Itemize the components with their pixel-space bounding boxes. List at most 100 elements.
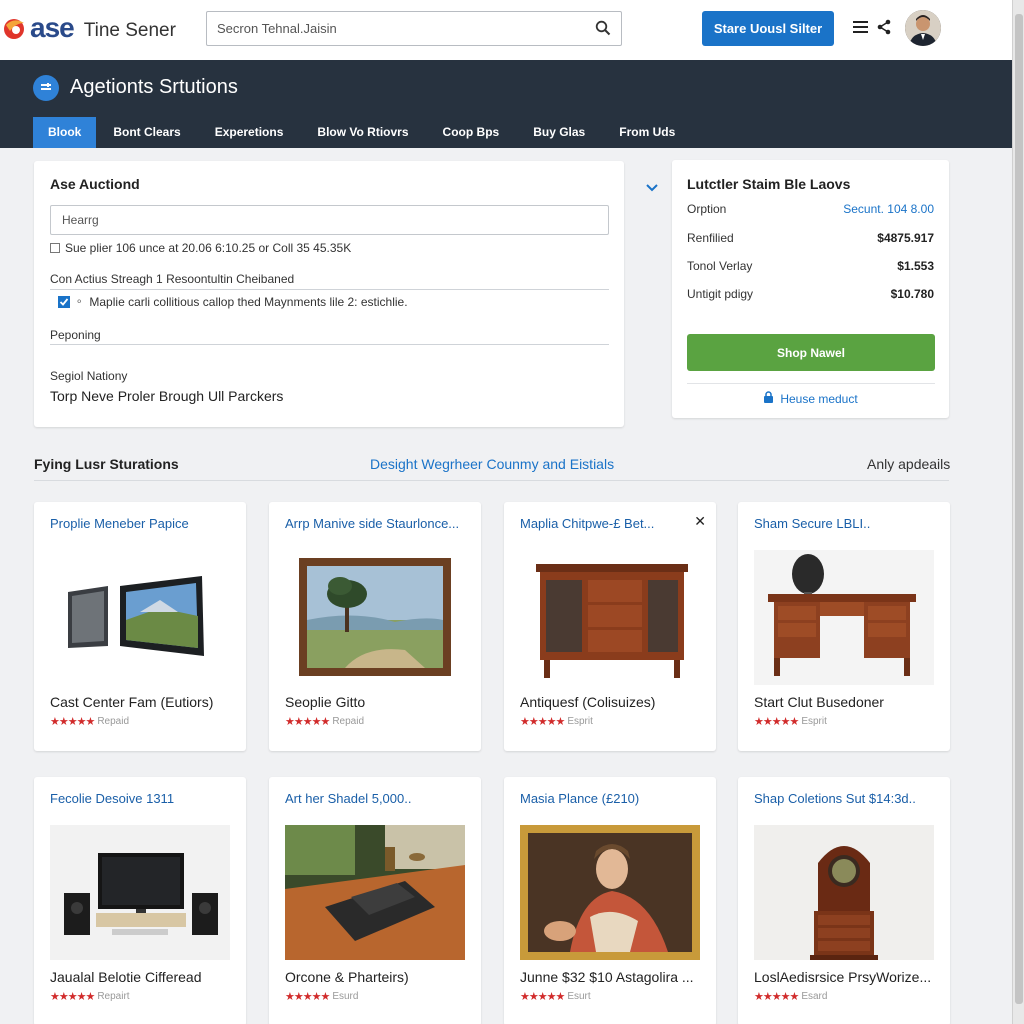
search-box: [206, 11, 622, 46]
vertical-scrollbar[interactable]: [1012, 0, 1024, 1024]
rating: ★★★★★ Repaid: [50, 715, 129, 728]
checkbox[interactable]: [50, 243, 60, 253]
auction-panel-title: Ase Auctiond: [50, 176, 140, 192]
summary-row: Tonol Verlay $1.553: [687, 259, 934, 273]
summary-key: Renfilied: [687, 231, 734, 245]
shop-button[interactable]: Shop Nawel: [687, 334, 935, 371]
share-button[interactable]: Stare Uousl Silter: [702, 11, 834, 46]
clock-image: [754, 825, 934, 960]
radio-dot-icon: ⚬: [75, 296, 84, 308]
logo-text: ase: [30, 12, 75, 43]
all-details-link[interactable]: Anly apdeails: [867, 456, 950, 472]
rating: ★★★★★ Esurd: [285, 990, 358, 1003]
rating-label: Esprit: [801, 716, 827, 727]
listing-title: Fying Lusr Sturations: [34, 456, 179, 472]
stars-icon: ★★★★★: [50, 716, 95, 728]
summary-row: Renfilied $4875.917: [687, 231, 934, 245]
hamburger-menu-icon[interactable]: [853, 20, 869, 39]
scrollbar-thumb[interactable]: [1015, 14, 1023, 1004]
summary-key: Orption: [687, 202, 727, 216]
card-name: Junne $32 $10 Astagolira ...: [520, 969, 694, 985]
product-card[interactable]: Arrp Manive side Staurlonce... Seoplie G…: [269, 502, 481, 751]
checkbox-label: Sue plier 106 unce at 20.06 6:10.25 or C…: [65, 241, 352, 255]
product-link[interactable]: Heuse meduct: [672, 391, 949, 406]
painting-image: [285, 550, 465, 685]
product-card[interactable]: Shap Coletions Sut $14:3d.. LoslAedisrsi…: [738, 777, 950, 1024]
card-title[interactable]: Sham Secure LBLI..: [754, 516, 934, 531]
chevron-down-icon[interactable]: [645, 180, 659, 198]
card-name: Seoplie Gitto: [285, 694, 366, 710]
product-card[interactable]: Masia Plance (£210) Junne $32 $10 Astago…: [504, 777, 716, 1024]
card-title[interactable]: Art her Shadel 5,000..: [285, 791, 465, 806]
card-title[interactable]: Fecolie Desoive 1311: [50, 791, 230, 806]
card-title[interactable]: Shap Coletions Sut $14:3d..: [754, 791, 934, 806]
typewriter-image: [285, 825, 465, 960]
card-title[interactable]: Proplie Meneber Papice: [50, 516, 230, 531]
close-icon[interactable]: ✕: [694, 513, 706, 530]
logo-subtitle: Tine Sener: [83, 19, 176, 41]
tab-blook[interactable]: Blook: [33, 117, 97, 148]
search-input[interactable]: [207, 12, 577, 45]
share-icon[interactable]: [876, 19, 892, 40]
product-card[interactable]: Maplia Chitpwe-£ Bet... ✕ Antiquesf (Col…: [504, 502, 716, 751]
auction-checkbox-row[interactable]: Sue plier 106 unce at 20.06 6:10.25 or C…: [50, 241, 351, 255]
summary-title: Lutctler Staim Ble Laovs: [687, 176, 851, 192]
rating-label: Repaid: [332, 716, 365, 727]
stars-icon: ★★★★★: [520, 716, 565, 728]
summary-value: $4875.917: [877, 231, 934, 245]
card-title[interactable]: Maplia Chitpwe-£ Bet...: [520, 516, 680, 531]
checkbox-checked[interactable]: [58, 296, 70, 308]
tab-blow-vo-rtiovrs[interactable]: Blow Vo Rtiovrs: [300, 117, 425, 148]
listing-link[interactable]: Desight Wegrheer Counmy and Eistials: [370, 456, 614, 472]
auction-checked-row[interactable]: ⚬ Maplie carli collitious callop thed Ma…: [58, 295, 408, 309]
tv-image: [50, 550, 230, 685]
product-card[interactable]: Sham Secure LBLI.. Start Clut Busedoner …: [738, 502, 950, 751]
rating-label: Esard: [801, 991, 828, 1002]
summary-key: Untigit pdigy: [687, 287, 754, 301]
tab-experetions[interactable]: Experetions: [198, 117, 301, 148]
rating: ★★★★★ Esurt: [520, 990, 591, 1003]
rating-label: Repaid: [97, 716, 130, 727]
section-title: Agetionts Srtutions: [70, 76, 238, 98]
auction-field-label: Segiol Nationy: [50, 369, 128, 383]
search-icon[interactable]: [595, 20, 611, 41]
logo-icon: [2, 15, 28, 41]
product-card[interactable]: Proplie Meneber Papice Cast Center Fam (…: [34, 502, 246, 751]
card-name: Orcone & Pharteirs): [285, 969, 409, 985]
card-title[interactable]: Masia Plance (£210): [520, 791, 700, 806]
desk-image: [754, 550, 934, 685]
stars-icon: ★★★★★: [285, 991, 330, 1003]
avatar[interactable]: [905, 10, 941, 46]
stars-icon: ★★★★★: [50, 991, 95, 1003]
card-title[interactable]: Arrp Manive side Staurlonce...: [285, 516, 465, 531]
divider: [687, 383, 935, 384]
section-logo-icon: [33, 75, 59, 101]
summary-value-link[interactable]: Secunt. 104 8.00: [843, 202, 934, 216]
tab-bont-clears[interactable]: Bont Clears: [96, 117, 197, 148]
divider: [34, 480, 949, 481]
stars-icon: ★★★★★: [754, 716, 799, 728]
tab-buy-glas[interactable]: Buy Glas: [516, 117, 602, 148]
logo[interactable]: ase Tine Sener: [2, 12, 176, 44]
checkbox-label: Maplie carli collitious callop thed Mayn…: [89, 295, 408, 309]
rating: ★★★★★ Esprit: [754, 715, 827, 728]
rating: ★★★★★ Repairt: [50, 990, 130, 1003]
product-card[interactable]: Art her Shadel 5,000.. Orcone & Pharteir…: [269, 777, 481, 1024]
cabinet-image: [520, 550, 700, 685]
auction-panel: Ase Auctiond Sue plier 106 unce at 20.06…: [34, 161, 624, 427]
rating-label: Repairt: [97, 991, 130, 1002]
portrait-painting-image: [520, 825, 700, 960]
divider: [50, 289, 609, 290]
rating-label: Esurt: [567, 991, 591, 1002]
auction-field-value: Torp Neve Proler Brough Ull Parckers: [50, 388, 284, 404]
section-header: Agetionts Srtutions Blook Bont Clears Ex…: [0, 60, 1012, 148]
tab-coop-bps[interactable]: Coop Bps: [426, 117, 517, 148]
card-name: Antiquesf (Colisuizes): [520, 694, 656, 710]
auction-input[interactable]: [50, 205, 609, 235]
summary-panel: Lutctler Staim Ble Laovs Orption Secunt.…: [672, 160, 949, 418]
summary-row: Untigit pdigy $10.780: [687, 287, 934, 301]
rating-label: Esurd: [332, 991, 359, 1002]
product-card[interactable]: Fecolie Desoive 1311 Jaualal Belotie Cif…: [34, 777, 246, 1024]
home-theater-image: [50, 825, 230, 960]
tab-from-uds[interactable]: From Uds: [602, 117, 692, 148]
